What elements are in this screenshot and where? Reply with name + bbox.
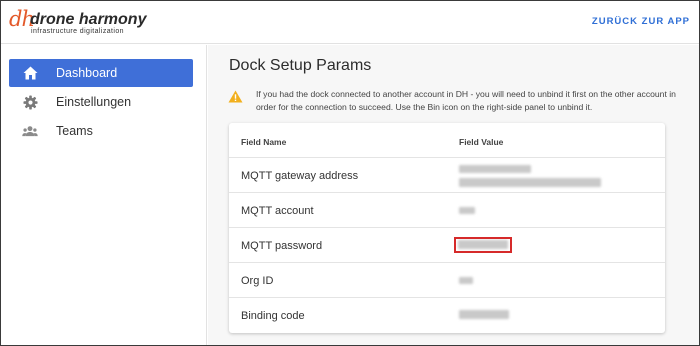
field-name: MQTT password: [241, 240, 323, 252]
sidebar-item-label: Einstellungen: [56, 95, 132, 109]
highlight-box: [454, 237, 512, 253]
people-icon: [22, 123, 38, 139]
table-row: MQTT gateway address: [229, 158, 665, 193]
home-icon: [22, 65, 38, 81]
sidebar-item-einstellungen[interactable]: Einstellungen: [9, 88, 193, 116]
redacted-value: [459, 165, 531, 173]
gear-icon: [22, 94, 38, 110]
table-row: Org ID: [229, 263, 665, 298]
field-name: Binding code: [241, 310, 305, 322]
warning-icon: [228, 90, 243, 103]
column-header-field-name: Field Name: [241, 137, 287, 147]
back-to-app-button[interactable]: ZURÜCK ZUR APP: [592, 16, 690, 27]
redacted-value: [459, 310, 509, 319]
sidebar: Dashboard Einstellungen Teams: [0, 45, 207, 346]
top-header: dh drone harmony infrastructure digitali…: [0, 0, 700, 44]
sidebar-item-label: Dashboard: [56, 66, 118, 80]
table-row: MQTT account: [229, 193, 665, 228]
sidebar-item-label: Teams: [56, 124, 93, 138]
sidebar-item-dashboard[interactable]: Dashboard: [9, 59, 193, 87]
page-title: Dock Setup Params: [229, 57, 372, 74]
field-name: Org ID: [241, 275, 274, 287]
field-name: MQTT gateway address: [241, 170, 359, 182]
sidebar-item-teams[interactable]: Teams: [9, 117, 193, 145]
field-name: MQTT account: [241, 205, 314, 217]
column-header-field-value: Field Value: [459, 137, 504, 147]
main-content: Dock Setup Params If you had the dock co…: [208, 45, 699, 345]
redacted-value: [459, 178, 601, 187]
table-header: Field Name Field Value: [229, 123, 665, 158]
redacted-value: [459, 277, 473, 284]
logo-name: drone harmony: [30, 11, 147, 28]
redacted-value: [459, 207, 475, 214]
params-table: Field Name Field Value MQTT gateway addr…: [229, 123, 665, 333]
table-row: Binding code: [229, 298, 665, 333]
warning-text: If you had the dock connected to another…: [256, 89, 676, 112]
table-row: MQTT password: [229, 228, 665, 263]
logo-tagline: infrastructure digitalization: [31, 28, 124, 35]
